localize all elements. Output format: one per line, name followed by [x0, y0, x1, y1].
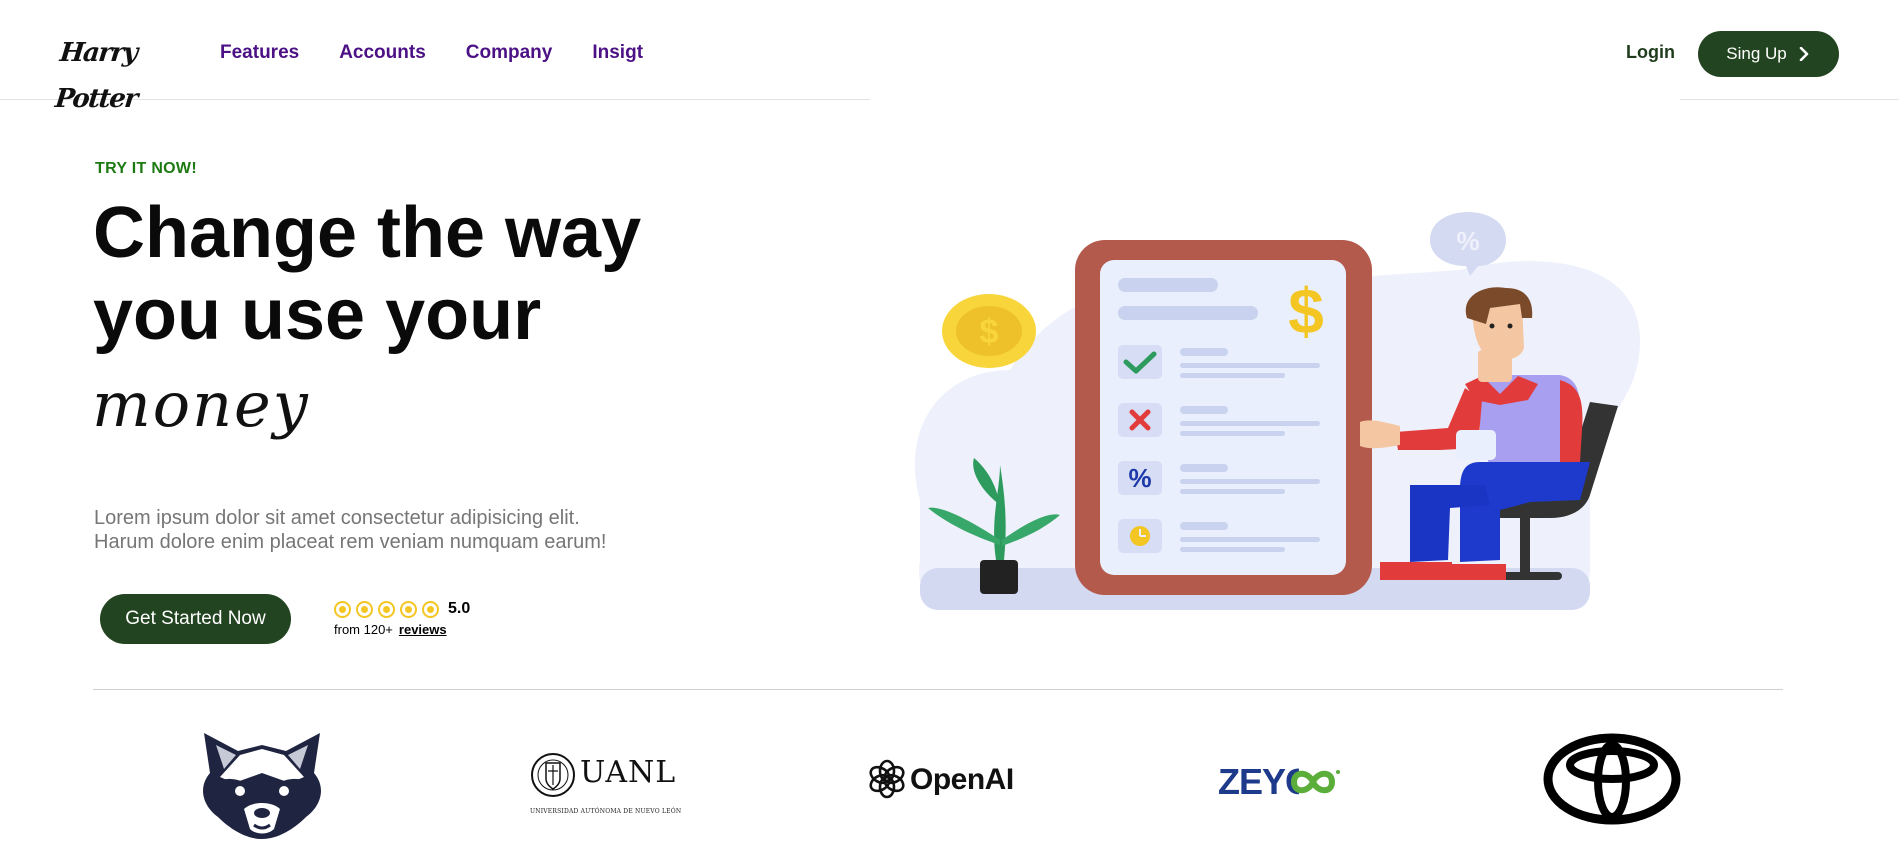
headline-script-word: money [92, 368, 310, 441]
headline-line-2: you use your [93, 275, 542, 355]
openai-logo: OpenAI [868, 759, 1018, 803]
section-divider [93, 689, 1783, 690]
reviews-link[interactable]: reviews [399, 622, 447, 637]
star-icon [378, 600, 395, 618]
openai-name: OpenAI [910, 763, 1014, 796]
raccoon-logo-icon [203, 733, 321, 839]
signup-button[interactable]: Sing Up [1698, 31, 1839, 77]
rating-block: 5.0 from 120+ reviews [334, 600, 470, 637]
harry-potter-logo[interactable]: Harry Potter [54, 30, 145, 114]
description-line-1: Lorem ipsum dolor sit amet consectetur a… [94, 507, 580, 529]
star-icon [334, 600, 351, 618]
site-header: Harry Potter Features Accounts Company I… [0, 0, 1899, 114]
hero-headline: Change the way you use your [93, 192, 693, 356]
dollar-icon: $ [980, 313, 999, 351]
main-nav: Features Accounts Company Insigt [220, 42, 643, 64]
rating-score: 5.0 [448, 600, 471, 617]
uanl-subtitle: UNIVERSIDAD AUTÓNOMA DE NUEVO LEÓN [530, 808, 682, 815]
openai-knot-icon [869, 759, 905, 799]
dollar-sign-icon: $ [1288, 275, 1324, 347]
percent-icon: % [1128, 463, 1151, 493]
nav-accounts[interactable]: Accounts [339, 42, 426, 64]
star-rating: 5.0 [334, 600, 470, 618]
nav-company[interactable]: Company [466, 42, 553, 64]
get-started-button[interactable]: Get Started Now [100, 594, 291, 644]
header-gap [870, 96, 1680, 106]
rating-subtext: from 120+ reviews [334, 622, 470, 637]
uanl-logo: UANL UNIVERSIDAD AUTÓNOMA DE NUEVO LEÓN [530, 749, 682, 819]
star-icon [422, 600, 439, 618]
chevron-right-icon [1799, 47, 1809, 61]
uanl-name: UANL [580, 755, 677, 790]
star-icon [400, 600, 417, 618]
login-link[interactable]: Login [1626, 42, 1675, 63]
zeyco-logo: ZEYCO [1218, 761, 1340, 805]
eyebrow-label: TRY IT NOW! [95, 160, 197, 177]
uanl-seal-icon [531, 753, 575, 797]
partner-logos: UANL UNIVERSIDAD AUTÓNOMA DE NUEVO LEÓN … [0, 715, 1899, 845]
hero-description: Lorem ipsum dolor sit amet consectetur a… [94, 506, 654, 554]
signup-label: Sing Up [1726, 44, 1787, 63]
nav-features[interactable]: Features [220, 42, 299, 64]
headline-line-1: Change the way [93, 193, 642, 273]
description-line-2: Harum dolore enim placeat rem veniam num… [94, 531, 607, 553]
rating-from-text: from 120+ [334, 622, 393, 637]
nav-insigt[interactable]: Insigt [592, 42, 643, 64]
star-icon [356, 600, 373, 618]
svg-text:%: % [1456, 226, 1479, 256]
finance-illustration: $ $ % % [914, 212, 1640, 610]
toyota-logo-icon [1543, 733, 1681, 825]
zeyco-infinity-icon [1290, 770, 1340, 794]
